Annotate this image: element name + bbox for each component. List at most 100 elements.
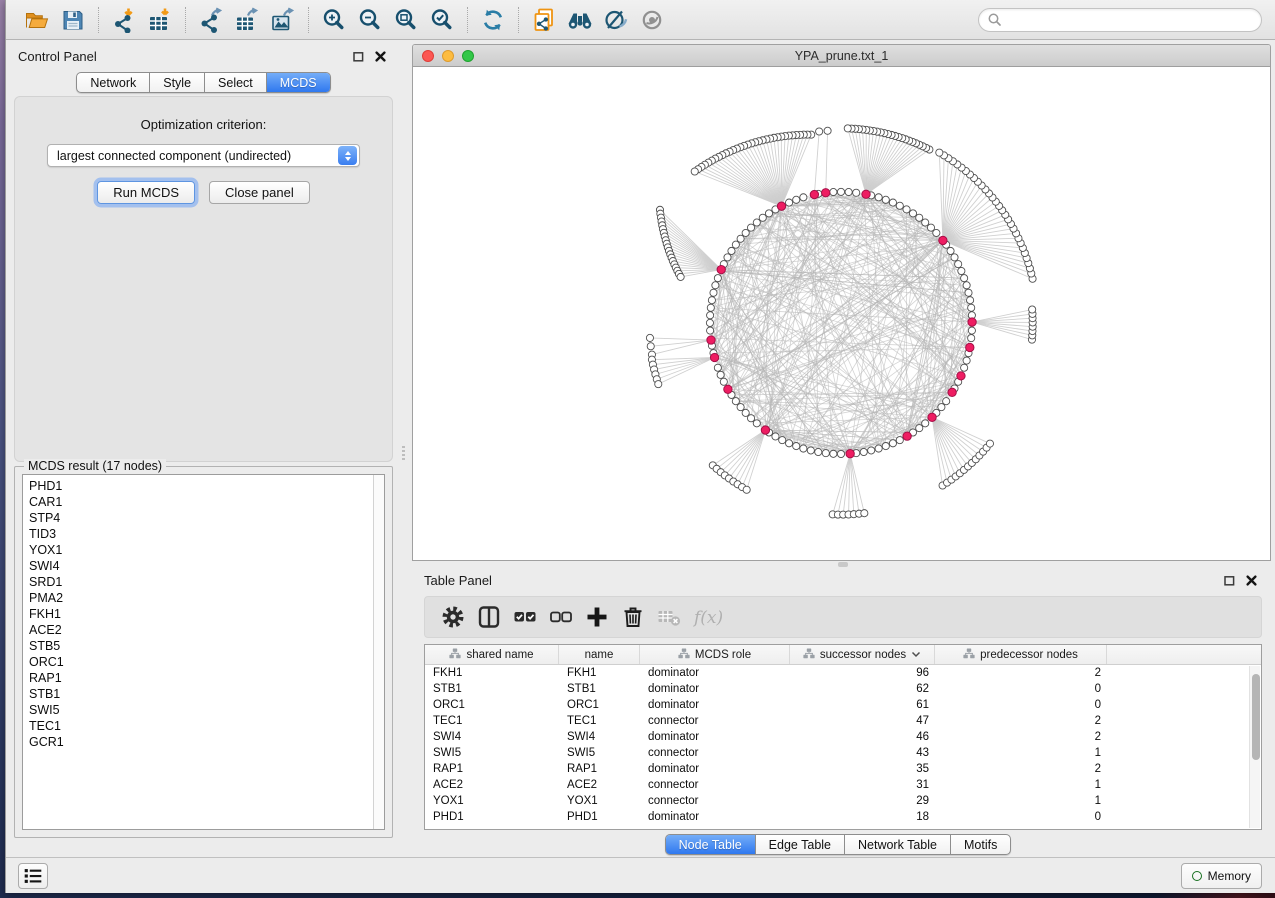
table-cell: connector bbox=[640, 747, 790, 759]
close-window-button[interactable] bbox=[422, 50, 434, 62]
table-settings-icon[interactable] bbox=[440, 604, 466, 630]
select-stepper-icon bbox=[338, 146, 357, 165]
mcds-result-item[interactable]: STB1 bbox=[29, 686, 384, 702]
first-neighbors-icon[interactable] bbox=[567, 7, 593, 33]
close-panel-button[interactable]: Close panel bbox=[209, 181, 310, 204]
shared-column-icon bbox=[803, 648, 815, 662]
close-table-panel-button[interactable] bbox=[1245, 574, 1258, 587]
mcds-result-item[interactable]: TEC1 bbox=[29, 718, 384, 734]
zoom-in-icon[interactable] bbox=[321, 7, 347, 33]
clear-table-icon bbox=[656, 604, 682, 630]
mcds-result-item[interactable]: PHD1 bbox=[29, 478, 384, 494]
optimization-criterion-select[interactable]: largest connected component (undirected) bbox=[47, 144, 360, 167]
toolbar-group bbox=[467, 7, 518, 33]
mcds-result-item[interactable]: FKH1 bbox=[29, 606, 384, 622]
table-row[interactable]: RAP1RAP1dominator352 bbox=[425, 761, 1261, 777]
mcds-result-item[interactable]: TID3 bbox=[29, 526, 384, 542]
table-cell: 47 bbox=[790, 715, 935, 727]
apply-layout-icon[interactable] bbox=[480, 7, 506, 33]
minimize-window-button[interactable] bbox=[442, 50, 454, 62]
add-column-icon[interactable] bbox=[584, 604, 610, 630]
mcds-result-item[interactable]: STP4 bbox=[29, 510, 384, 526]
show-all-icon[interactable] bbox=[639, 7, 665, 33]
select-all-rows-icon[interactable] bbox=[512, 604, 538, 630]
table-panel-titlebar: Table Panel bbox=[401, 567, 1275, 593]
column-visibility-icon[interactable] bbox=[476, 604, 502, 630]
delete-column-icon[interactable] bbox=[620, 604, 646, 630]
mcds-result-item[interactable]: SWI5 bbox=[29, 702, 384, 718]
mcds-result-item[interactable]: YOX1 bbox=[29, 542, 384, 558]
table-row[interactable]: ACE2ACE2connector311 bbox=[425, 777, 1261, 793]
memory-button[interactable]: Memory bbox=[1181, 863, 1262, 889]
mcds-list-scrollbar[interactable] bbox=[373, 475, 384, 829]
table-tab-node-table[interactable]: Node Table bbox=[666, 835, 755, 854]
network-view-window: YPA_prune.txt_1 bbox=[412, 44, 1271, 561]
network-from-selection-icon[interactable] bbox=[531, 7, 557, 33]
network-window-titlebar[interactable]: YPA_prune.txt_1 bbox=[413, 45, 1270, 67]
table-cell: connector bbox=[640, 795, 790, 807]
open-session-icon[interactable] bbox=[24, 7, 50, 33]
table-row[interactable]: TEC1TEC1connector472 bbox=[425, 713, 1261, 729]
tab-network[interactable]: Network bbox=[77, 73, 149, 92]
table-cell: TEC1 bbox=[425, 715, 559, 727]
export-image-icon[interactable] bbox=[270, 7, 296, 33]
table-row[interactable]: SWI4SWI4dominator462 bbox=[425, 729, 1261, 745]
task-history-button[interactable] bbox=[18, 863, 48, 889]
float-table-panel-button[interactable] bbox=[1223, 574, 1236, 587]
deselect-all-rows-icon[interactable] bbox=[548, 604, 574, 630]
table-row[interactable]: SWI5SWI5connector431 bbox=[425, 745, 1261, 761]
mcds-result-list[interactable]: PHD1CAR1STP4TID3YOX1SWI4SRD1PMA2FKH1ACE2… bbox=[22, 474, 385, 830]
table-cell: ORC1 bbox=[425, 699, 559, 711]
mcds-result-item[interactable]: GCR1 bbox=[29, 734, 384, 750]
close-control-panel-button[interactable] bbox=[374, 50, 387, 63]
table-row[interactable]: YOX1YOX1connector291 bbox=[425, 793, 1261, 809]
table-row[interactable]: PHD1PHD1dominator180 bbox=[425, 809, 1261, 825]
save-session-icon[interactable] bbox=[60, 7, 86, 33]
toolbar-group bbox=[12, 7, 98, 33]
table-scrollbar-thumb[interactable] bbox=[1252, 674, 1260, 760]
tab-select[interactable]: Select bbox=[204, 73, 266, 92]
search-box[interactable] bbox=[978, 8, 1262, 32]
network-canvas[interactable] bbox=[413, 68, 1270, 560]
table-cell: dominator bbox=[640, 763, 790, 775]
column-header-shared-name[interactable]: shared name bbox=[425, 645, 559, 664]
zoom-selected-icon[interactable] bbox=[429, 7, 455, 33]
column-header-name[interactable]: name bbox=[559, 645, 640, 664]
run-mcds-button[interactable]: Run MCDS bbox=[97, 181, 195, 204]
mcds-result-item[interactable]: CAR1 bbox=[29, 494, 384, 510]
table-cell: RAP1 bbox=[425, 763, 559, 775]
column-header-predecessor-nodes[interactable]: predecessor nodes bbox=[935, 645, 1107, 664]
chevron-down-icon[interactable] bbox=[911, 649, 921, 661]
mcds-result-title: MCDS result (17 nodes) bbox=[24, 459, 166, 473]
mcds-result-item[interactable]: SRD1 bbox=[29, 574, 384, 590]
column-header-successor-nodes[interactable]: successor nodes bbox=[790, 645, 935, 664]
table-tab-motifs[interactable]: Motifs bbox=[950, 835, 1010, 854]
table-row[interactable]: FKH1FKH1dominator962 bbox=[425, 665, 1261, 681]
export-network-icon[interactable] bbox=[198, 7, 224, 33]
search-input[interactable] bbox=[1003, 11, 1253, 29]
mcds-result-item[interactable]: STB5 bbox=[29, 638, 384, 654]
mcds-result-item[interactable]: RAP1 bbox=[29, 670, 384, 686]
float-control-panel-button[interactable] bbox=[352, 50, 365, 63]
zoom-out-icon[interactable] bbox=[357, 7, 383, 33]
mcds-result-item[interactable]: ORC1 bbox=[29, 654, 384, 670]
control-panel-tabs-row: NetworkStyleSelectMCDS bbox=[6, 72, 401, 96]
column-label: shared name bbox=[466, 649, 533, 661]
table-scrollbar[interactable] bbox=[1249, 666, 1260, 828]
import-network-icon[interactable] bbox=[111, 7, 137, 33]
import-table-icon[interactable] bbox=[147, 7, 173, 33]
export-table-icon[interactable] bbox=[234, 7, 260, 33]
mcds-result-item[interactable]: SWI4 bbox=[29, 558, 384, 574]
column-header-MCDS-role[interactable]: MCDS role bbox=[640, 645, 790, 664]
maximize-window-button[interactable] bbox=[462, 50, 474, 62]
table-tab-edge-table[interactable]: Edge Table bbox=[755, 835, 844, 854]
table-row[interactable]: STB1STB1dominator620 bbox=[425, 681, 1261, 697]
tab-mcds[interactable]: MCDS bbox=[266, 73, 330, 92]
table-tab-network-table[interactable]: Network Table bbox=[844, 835, 950, 854]
hide-selected-icon[interactable] bbox=[603, 7, 629, 33]
mcds-result-item[interactable]: ACE2 bbox=[29, 622, 384, 638]
table-row[interactable]: ORC1ORC1dominator610 bbox=[425, 697, 1261, 713]
mcds-result-item[interactable]: PMA2 bbox=[29, 590, 384, 606]
zoom-fit-icon[interactable] bbox=[393, 7, 419, 33]
tab-style[interactable]: Style bbox=[149, 73, 204, 92]
